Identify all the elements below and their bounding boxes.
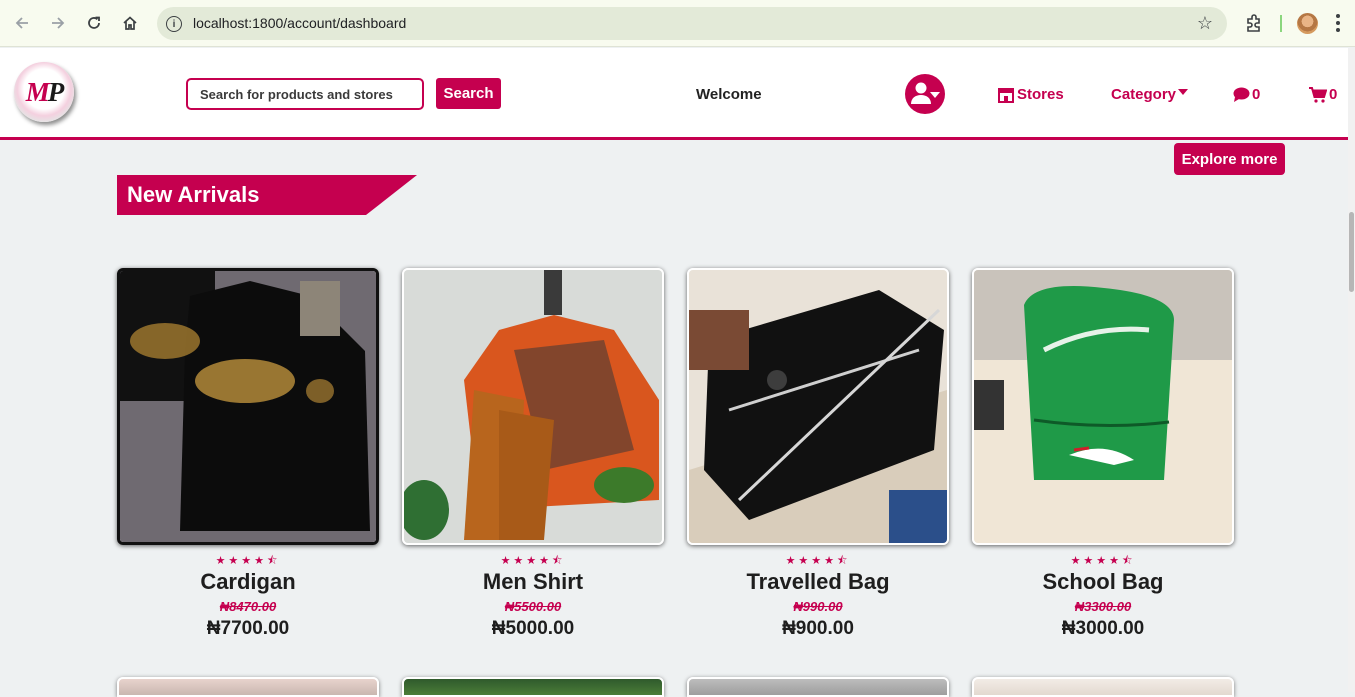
store-icon: [998, 87, 1014, 103]
section-banner: New Arrivals: [117, 175, 417, 215]
stores-label: Stores: [1017, 86, 1064, 103]
category-label: Category: [1111, 86, 1177, 103]
home-icon[interactable]: [119, 12, 141, 34]
menu-kebab-icon[interactable]: [1336, 14, 1342, 35]
scrollbar-thumb[interactable]: [1349, 212, 1354, 292]
product-image-travelled-bag[interactable]: [687, 268, 949, 545]
messages-count: 0: [1252, 86, 1261, 103]
cart-count: 0: [1329, 86, 1338, 103]
address-bar[interactable]: i localhost:1800/account/dashboard ☆: [157, 7, 1227, 40]
cart-icon: [1309, 86, 1327, 103]
product-price: ₦7700.00: [206, 618, 290, 639]
product-name[interactable]: School Bag: [972, 569, 1234, 595]
product-card-partial[interactable]: [402, 677, 664, 697]
page-scrollbar[interactable]: [1348, 48, 1355, 692]
forward-icon[interactable]: [47, 12, 69, 34]
welcome-text: Welcome: [696, 86, 762, 103]
profile-avatar[interactable]: [1297, 13, 1318, 34]
product-image-cardigan[interactable]: [117, 268, 379, 545]
site-header: MP Search Welcome Stores Category 0: [0, 48, 1355, 140]
product-card-partial[interactable]: [687, 677, 949, 697]
product-name[interactable]: Cardigan: [117, 569, 379, 595]
site-info-icon[interactable]: i: [166, 16, 182, 32]
product-card-partial[interactable]: [972, 677, 1234, 697]
product-rating: ★★★★⯪: [215, 555, 281, 567]
explore-more-button[interactable]: Explore more: [1174, 143, 1285, 175]
logo-letter-p: P: [47, 76, 64, 107]
product-card[interactable]: ★★★★⯪ School Bag ₦3300.00 ₦3000.00: [972, 268, 1234, 640]
product-old-price: ₦3300.00: [1074, 599, 1132, 614]
extensions-icon[interactable]: [1244, 13, 1264, 33]
logo-letter-m: M: [25, 76, 50, 107]
product-name[interactable]: Men Shirt: [402, 569, 664, 595]
bookmark-star-icon[interactable]: ☆: [1197, 13, 1213, 34]
url-text[interactable]: localhost:1800/account/dashboard: [193, 15, 406, 31]
product-card[interactable]: ★★★★⯪ Cardigan ₦8470.00 ₦7700.00: [117, 268, 379, 640]
product-price: ₦3000.00: [1061, 618, 1145, 639]
user-menu-icon[interactable]: [905, 74, 945, 114]
cart-link[interactable]: 0: [1309, 86, 1337, 103]
search-input[interactable]: [186, 78, 424, 110]
stores-link[interactable]: Stores: [997, 86, 1064, 103]
product-image-school-bag[interactable]: [972, 268, 1234, 545]
site-logo[interactable]: MP: [14, 62, 74, 122]
product-name[interactable]: Travelled Bag: [687, 569, 949, 595]
search-button[interactable]: Search: [436, 78, 501, 109]
product-price: ₦900.00: [782, 618, 854, 639]
messages-link[interactable]: 0: [1233, 86, 1260, 103]
category-dropdown[interactable]: Category: [1111, 86, 1189, 103]
chat-icon: [1233, 87, 1250, 102]
browser-toolbar: i localhost:1800/account/dashboard ☆: [0, 0, 1355, 47]
product-rating: ★★★★⯪: [785, 555, 851, 567]
product-rating: ★★★★⯪: [500, 555, 566, 567]
product-rating: ★★★★⯪: [1070, 555, 1136, 567]
product-image-men-shirt[interactable]: [402, 268, 664, 545]
product-card[interactable]: ★★★★⯪ Men Shirt ₦5500.00 ₦5000.00: [402, 268, 664, 640]
product-old-price: ₦8470.00: [219, 599, 277, 614]
product-card-partial[interactable]: [117, 677, 379, 697]
back-icon[interactable]: [11, 12, 33, 34]
product-old-price: ₦5500.00: [504, 599, 562, 614]
product-card[interactable]: ★★★★⯪ Travelled Bag ₦990.00 ₦900.00: [687, 268, 949, 640]
reload-icon[interactable]: [83, 12, 105, 34]
product-old-price: ₦990.00: [793, 599, 843, 614]
caret-down-icon: [1178, 88, 1189, 95]
section-title: New Arrivals: [127, 182, 260, 207]
product-price: ₦5000.00: [491, 618, 575, 639]
toolbar-separator: [1280, 15, 1282, 32]
